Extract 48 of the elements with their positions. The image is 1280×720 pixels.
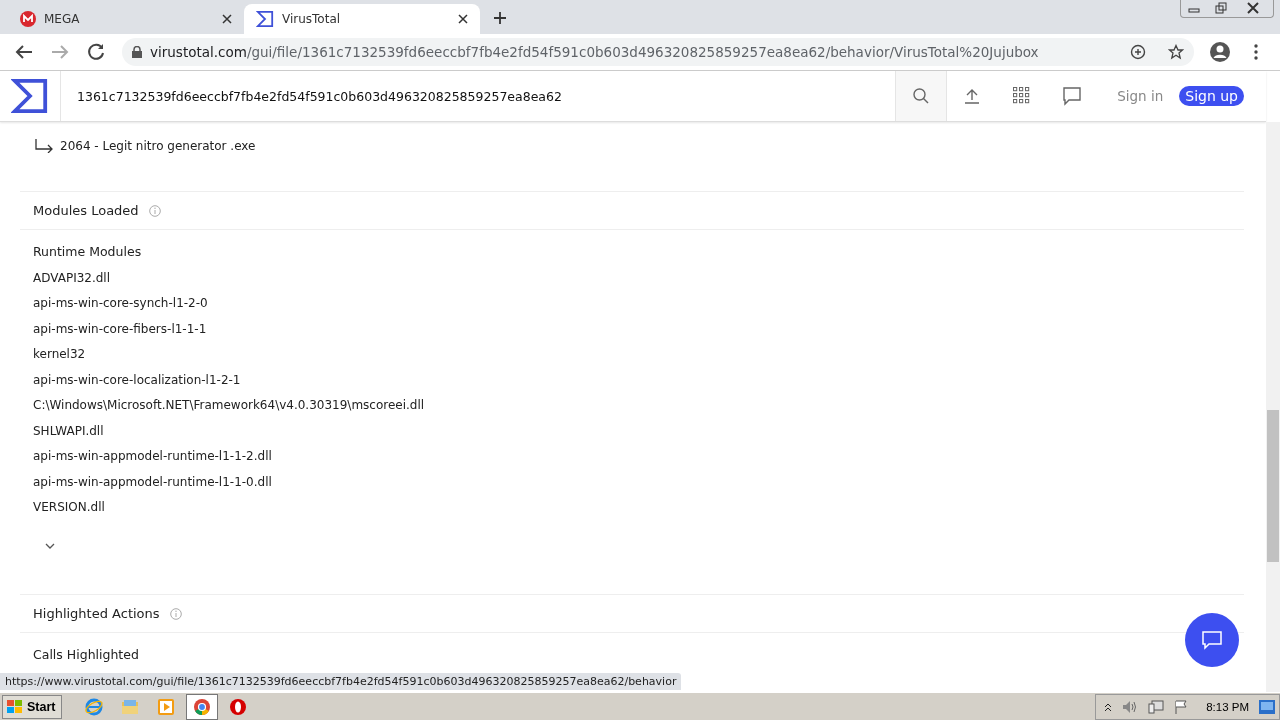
module-name: api-ms-win-appmodel-runtime-l1-1-0.dll: [32, 473, 273, 491]
windows-logo-icon[interactable]: [6, 699, 24, 715]
browser-tab[interactable]: MEGA: [8, 4, 244, 34]
close-icon[interactable]: [458, 14, 468, 24]
add-circle-icon[interactable]: [1130, 44, 1146, 60]
module-name: api-ms-win-core-localization-l1-2-1: [32, 371, 242, 389]
subsection-title: Calls Highlighted: [32, 646, 139, 664]
module-name: api-ms-win-core-fibers-l1-1-1: [32, 320, 208, 338]
lock-icon: [132, 46, 142, 58]
opera-browser-icon[interactable]: [230, 699, 247, 715]
close-icon[interactable]: [222, 14, 232, 24]
grid-icon[interactable]: [1013, 87, 1032, 105]
module-name: ADVAPI32.dll: [32, 269, 112, 287]
sign-in-link[interactable]: Sign in: [1097, 71, 1180, 121]
scrollbar[interactable]: [1266, 122, 1280, 692]
speaker-icon[interactable]: [1122, 700, 1139, 714]
section-title: Modules Loaded: [33, 203, 139, 218]
status-url: https://www.virustotal.com/gui/file/1361c7132539fd6eeccbf7fb4e2fd54f591c0b603d496320825859257ea8ea62/behavior: [0, 673, 682, 690]
subsection-title: Runtime Modules: [32, 243, 142, 261]
search-icon[interactable]: [912, 87, 931, 105]
process-name: 2064 - Legit nitro generator .exe: [60, 139, 256, 153]
sigma-logo-icon: [256, 10, 274, 28]
browser-tab[interactable]: VirusTotal: [244, 4, 480, 34]
chat-icon[interactable]: [1062, 86, 1083, 106]
module-name: api-ms-win-appmodel-runtime-l1-1-2.dll: [32, 448, 273, 466]
chat-icon[interactable]: [1200, 629, 1224, 651]
star-icon[interactable]: [1168, 44, 1184, 60]
child-arrow-icon: [34, 139, 54, 153]
address-bar[interactable]: virustotal.com/gui/file/1361c7132539fd6eeccbf7fb4e2fd54f591c0b603d496320825859257ea8ea62/behavior/VirusTotal%20Jujubox: [122, 38, 1194, 66]
start-button[interactable]: Start: [2, 695, 63, 719]
flag-icon[interactable]: [1174, 700, 1189, 714]
clock[interactable]: 8:13 PM: [1206, 701, 1249, 713]
chevron-down-icon[interactable]: [44, 542, 56, 550]
module-name: SHLWAPI.dll: [32, 422, 105, 440]
module-name: C:\Windows\Microsoft.NET\Framework64\v4.0.30319\mscoreei.dll: [32, 397, 426, 415]
chevron-up-icon[interactable]: [1104, 702, 1113, 712]
m-logo-icon: [20, 11, 36, 27]
upload-icon[interactable]: [963, 87, 982, 105]
search-field[interactable]: 1361c7132539fd6eeccbf7fb4e2fd54f591c0b603d496320825859257ea8ea62: [61, 71, 896, 121]
module-name: VERSION.dll: [32, 499, 106, 517]
sign-up-button[interactable]: Sign up: [1179, 86, 1244, 106]
module-name: api-ms-win-core-synch-l1-2-0: [32, 295, 209, 313]
chrome-browser-icon[interactable]: [194, 699, 211, 715]
chat-button[interactable]: [1185, 613, 1239, 667]
section-title: Highlighted Actions: [33, 606, 160, 621]
network-icon[interactable]: [1148, 700, 1165, 714]
module-name: kernel32: [32, 346, 87, 364]
sigma-logo-icon: [11, 77, 49, 115]
